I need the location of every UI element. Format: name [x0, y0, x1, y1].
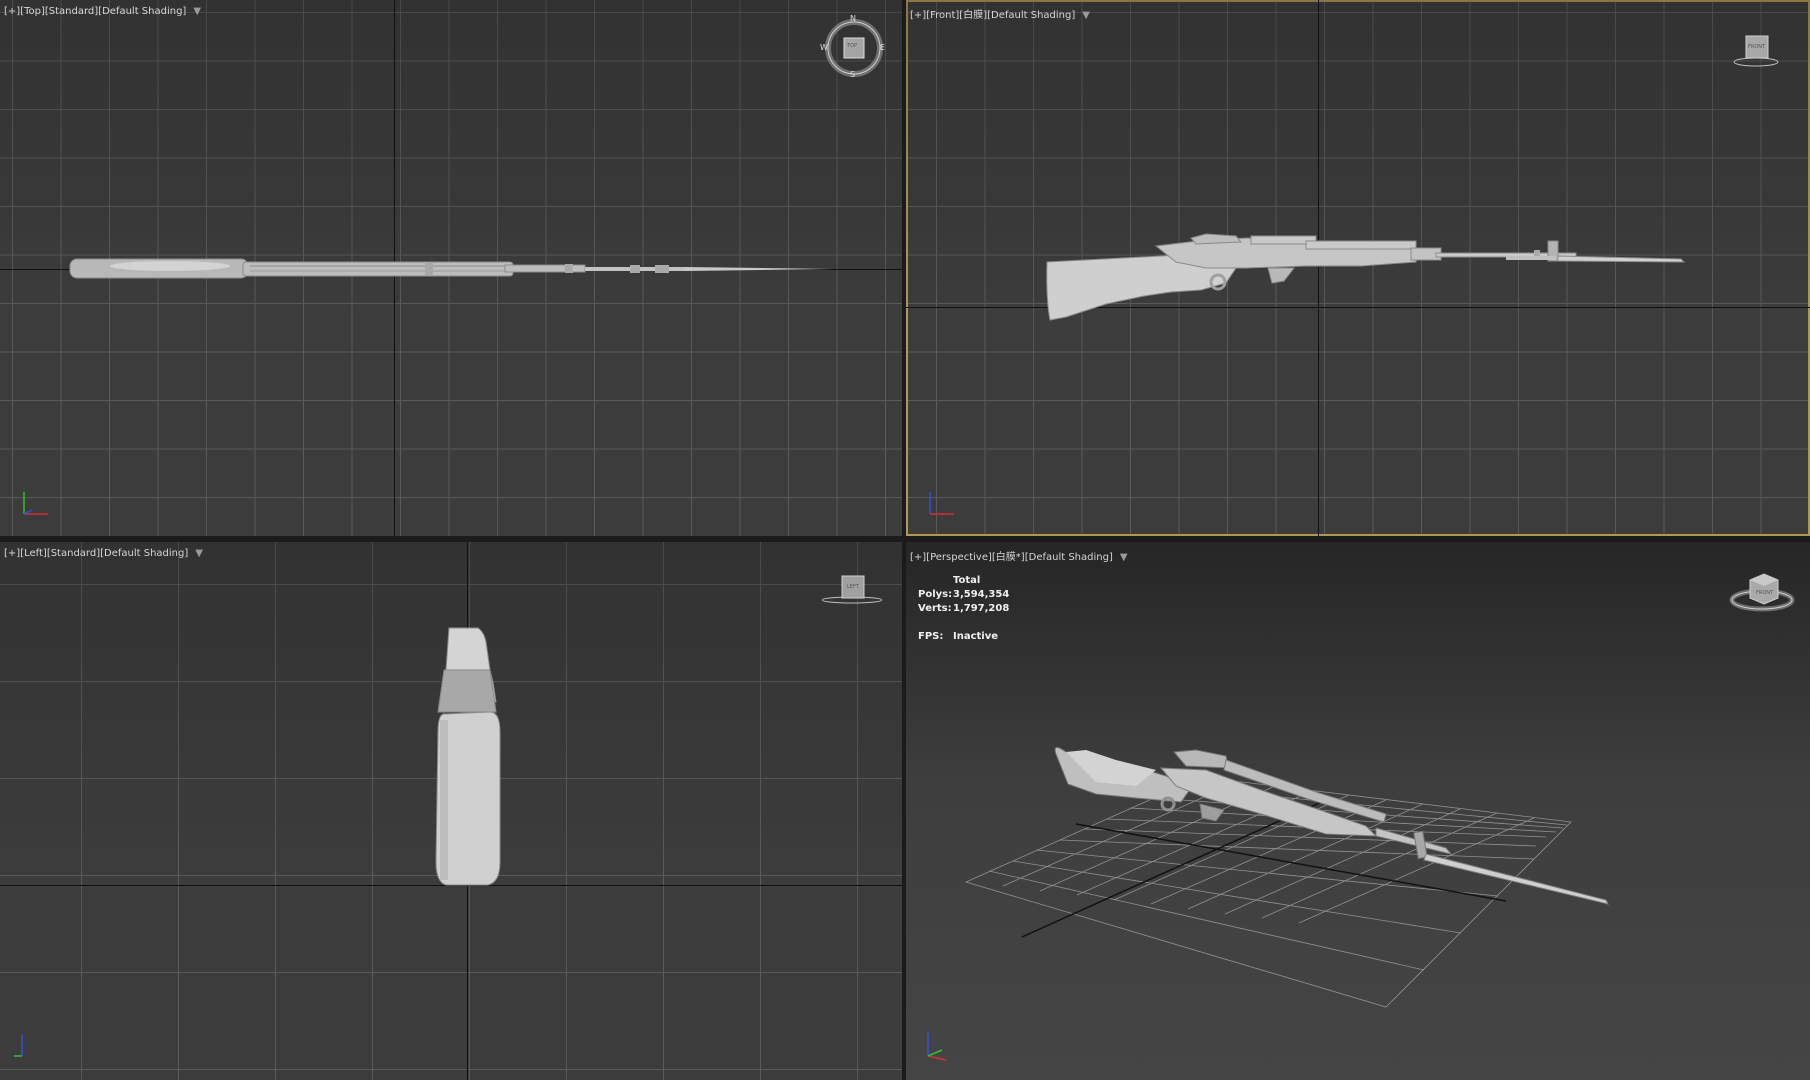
viewport-top[interactable]: N S E W TOP [+][Top][Standard][Default S… — [0, 0, 902, 536]
stats-verts-value: 1,797,208 — [953, 603, 1010, 614]
viewport-view-menu[interactable]: [Perspective] — [926, 552, 992, 563]
viewport-view-menu[interactable]: [Top] — [20, 6, 45, 17]
viewport-front[interactable]: FRONT [+][Front][白膜][Default Shading] ▼ — [906, 0, 1810, 536]
rifle-front-view — [1046, 233, 1686, 321]
stats-polys-value: 3,594,354 — [953, 589, 1010, 600]
stats-fps-value: Inactive — [953, 631, 999, 642]
viewcube[interactable]: FRONT — [1726, 32, 1786, 72]
front-model-canvas — [1046, 233, 1686, 321]
rifle-top-view — [69, 258, 834, 279]
world-axis-line — [1021, 799, 1327, 938]
viewport-label: [+][Left][Standard][Default Shading] ▼ — [4, 548, 203, 559]
axis-tripod-icon — [929, 492, 954, 515]
viewport-view-menu[interactable]: [Left] — [20, 548, 47, 559]
viewport-left[interactable]: LEFT [+][Left][Standard][Default Shading… — [0, 542, 902, 1080]
viewport-label: [+][Perspective][白膜*][Default Shading] ▼ — [910, 548, 1128, 563]
filter-funnel-icon[interactable]: ▼ — [1082, 10, 1090, 21]
perspective-canvas — [964, 747, 1609, 1008]
rifle-perspective-view — [1054, 747, 1609, 905]
rifle-left-view — [435, 627, 501, 886]
viewport-label: [+][Front][白膜][Default Shading] ▼ — [910, 6, 1090, 21]
compass-south-label[interactable]: S — [850, 70, 855, 79]
compass-north-label[interactable]: N — [850, 14, 856, 23]
viewport-shading-menu[interactable]: [Default Shading] — [100, 548, 188, 559]
viewport-statistics: Total Polys: 3,594,354 Verts: 1,797,208 FP… — [918, 574, 1009, 644]
viewcube[interactable]: FRONT — [1728, 566, 1798, 616]
viewport-menu-plus[interactable]: [+] — [4, 6, 20, 17]
viewport-mode-menu[interactable]: [白膜*] — [992, 552, 1025, 563]
axis-tripod-icon — [927, 1032, 947, 1061]
stats-header: Total — [953, 575, 981, 586]
left-model-canvas — [435, 627, 501, 886]
filter-funnel-icon[interactable]: ▼ — [1120, 552, 1128, 563]
viewcube-face-label[interactable]: LEFT — [847, 584, 859, 590]
viewport-shading-menu[interactable]: [Default Shading] — [987, 10, 1075, 21]
viewcube-compass[interactable]: N S E W TOP — [818, 14, 890, 80]
stats-verts-label: Verts: — [918, 603, 952, 614]
viewcube-face-label[interactable]: FRONT — [1756, 590, 1773, 596]
viewport-perspective[interactable]: Total Polys: 3,594,354 Verts: 1,797,208 FP… — [906, 542, 1810, 1080]
axis-tripod-icon — [14, 1034, 23, 1057]
viewport-shading-menu[interactable]: [Default Shading] — [98, 6, 186, 17]
viewport-shading-menu[interactable]: [Default Shading] — [1025, 552, 1113, 563]
viewcube-face-label[interactable]: FRONT — [1748, 44, 1765, 50]
top-model-canvas — [69, 258, 834, 279]
filter-funnel-icon[interactable]: ▼ — [195, 548, 203, 559]
viewport-menu-plus[interactable]: [+] — [910, 552, 926, 563]
viewcube[interactable]: LEFT — [822, 572, 882, 612]
viewcube-face-label[interactable]: TOP — [847, 43, 857, 49]
stats-fps-label: FPS: — [918, 631, 944, 642]
viewport-mode-menu[interactable]: [白膜] — [959, 10, 987, 21]
compass-east-label[interactable]: E — [880, 43, 885, 52]
viewport-mode-menu[interactable]: [Standard] — [47, 548, 100, 559]
stats-polys-label: Polys: — [918, 589, 953, 600]
filter-funnel-icon[interactable]: ▼ — [193, 6, 201, 17]
viewport-menu-plus[interactable]: [+] — [910, 10, 926, 21]
compass-west-label[interactable]: W — [820, 43, 828, 52]
viewport-view-menu[interactable]: [Front] — [926, 10, 959, 21]
viewport-menu-plus[interactable]: [+] — [4, 548, 20, 559]
axis-tripod-icon — [23, 492, 48, 515]
viewport-mode-menu[interactable]: [Standard] — [45, 6, 98, 17]
viewport-label: [+][Top][Standard][Default Shading] ▼ — [4, 6, 201, 17]
